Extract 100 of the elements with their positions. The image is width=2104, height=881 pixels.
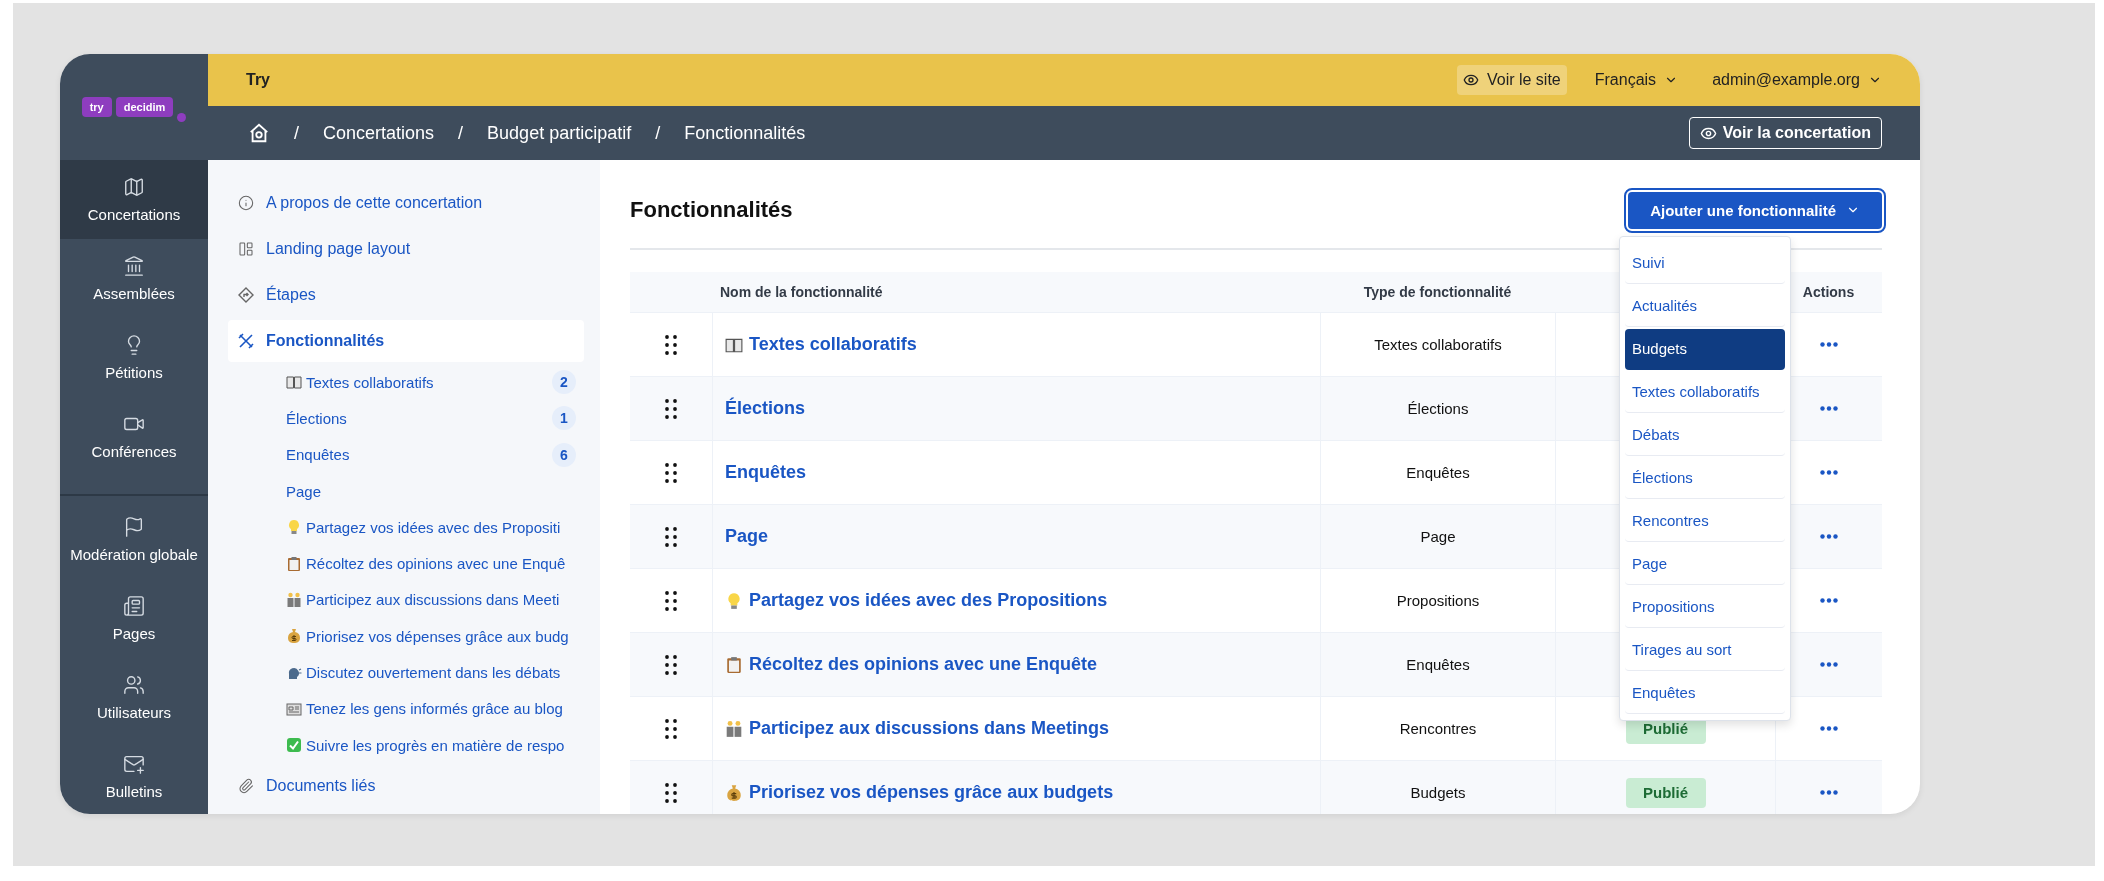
more-icon (1820, 726, 1838, 731)
nav-item[interactable]: Concertations (60, 160, 208, 239)
page-icon (123, 595, 145, 617)
diamond-icon (238, 287, 254, 303)
type-cell-text: Rencontres (1398, 720, 1478, 737)
flag-icon (123, 516, 145, 538)
submenu-item[interactable]: Partagez vos idées avec des Propositi (228, 509, 584, 546)
breadcrumb-link[interactable]: Concertations (323, 122, 435, 144)
nav-item[interactable]: Conférences (60, 397, 208, 476)
submenu-label: Suivre les progrès en matière de respo (306, 736, 565, 754)
menu-item[interactable]: Fonctionnalités (228, 320, 584, 362)
submenu-item[interactable]: Textes collaboratifs 2 (228, 364, 584, 401)
dropdown-item[interactable]: Budgets (1625, 328, 1785, 370)
view-button[interactable]: Voir la concertation (1688, 117, 1882, 149)
nav-label: Modération globale (70, 546, 198, 563)
more-icon (1820, 470, 1838, 475)
nav-item[interactable]: Bulletins (60, 737, 208, 814)
page-title: Fonctionnalités (630, 197, 793, 223)
eye-icon (1462, 72, 1479, 88)
map-icon (123, 176, 145, 198)
menu-item[interactable]: A propos de cette concertation (228, 182, 584, 224)
submenu-item[interactable]: Priorisez vos dépenses grâce aux budg (228, 618, 584, 655)
top-link[interactable]: Français (1588, 65, 1685, 95)
submenu-item[interactable]: Récoltez des opinions avec une Enquê (228, 545, 584, 582)
drag-handle-icon[interactable] (665, 398, 677, 419)
mail-icon (123, 753, 145, 775)
breadcrumb-link[interactable]: Fonctionnalités (684, 122, 806, 144)
tools-icon (238, 333, 254, 349)
status-badge: Publié (1625, 777, 1706, 808)
actions-button[interactable] (1818, 788, 1840, 797)
drag-handle-icon[interactable] (665, 654, 677, 675)
submenu-item[interactable]: Page (228, 472, 584, 510)
drag-handle-icon[interactable] (665, 590, 677, 611)
submenu-item[interactable]: Enquêtes 6 (228, 436, 584, 473)
submenu-item[interactable]: Suivre les progrès en matière de respo (228, 726, 584, 764)
submenu-label: Partagez vos idées avec des Propositi (306, 518, 561, 536)
drag-handle-icon[interactable] (665, 526, 677, 547)
logo-badge: try (81, 97, 112, 117)
type-cell-text: Propositions (1395, 592, 1481, 609)
actions-button[interactable] (1818, 340, 1840, 349)
nav-label: Conférences (91, 443, 177, 460)
drag-handle-icon[interactable] (665, 718, 677, 739)
clipboard-icon (725, 655, 743, 674)
top-link[interactable]: Voir le site (1456, 65, 1567, 95)
nav-item[interactable]: Pétitions (60, 318, 208, 397)
actions-button[interactable] (1818, 532, 1840, 541)
submenu-label: Textes collaboratifs (306, 373, 434, 391)
submenu-item[interactable]: Participez aux discussions dans Meeti (228, 581, 584, 619)
menu-label: A propos de cette concertation (266, 194, 483, 212)
menu-item[interactable]: Landing page layout (228, 228, 584, 270)
type-cell-text: Page (1419, 528, 1457, 545)
actions-button[interactable] (1818, 404, 1840, 413)
nav-item[interactable]: Modération globale (60, 500, 208, 579)
type-cell-text: Enquêtes (1405, 464, 1471, 481)
type-cell-text: Élections (1406, 400, 1470, 417)
actions-button[interactable] (1818, 468, 1840, 477)
nav-label: Utilisateurs (96, 704, 172, 721)
submenu-item[interactable]: Tenez les gens informés grâce au blog (228, 690, 584, 727)
breadcrumb-separator: / (458, 122, 464, 144)
nav-label: Concertations (87, 206, 181, 223)
more-icon (1820, 342, 1838, 347)
feature-name: Page (725, 526, 769, 547)
actions-button[interactable] (1818, 596, 1840, 605)
layout-icon (238, 241, 254, 257)
drag-handle-icon[interactable] (665, 334, 677, 355)
check-icon (286, 737, 302, 754)
drag-handle-icon[interactable] (665, 462, 677, 483)
breadcrumb-link[interactable]: Budget participatif (487, 122, 632, 144)
actions-button[interactable] (1818, 660, 1840, 669)
column-header: Actions (1801, 284, 1856, 300)
feature-link[interactable]: Textes collaboratifs (713, 334, 917, 355)
menu-label: Fonctionnalités (266, 332, 385, 350)
info-icon (238, 195, 254, 211)
actions-button[interactable] (1818, 724, 1840, 733)
more-icon (1820, 790, 1838, 795)
book-icon (286, 374, 302, 391)
menu-item[interactable]: Étapes (228, 274, 584, 316)
feature-link[interactable]: Page (713, 526, 769, 547)
top-link[interactable]: admin@example.org (1706, 65, 1888, 95)
column-header: Nom de la fonctionnalité (719, 284, 884, 300)
nav-item[interactable]: Assemblées (60, 239, 208, 318)
breadcrumb-separator: / (655, 122, 661, 144)
column-header: Type de fonctionnalité (1362, 284, 1513, 300)
people-icon (725, 719, 743, 738)
lightbulb-icon (725, 591, 743, 610)
nav-item[interactable]: Utilisateurs (60, 658, 208, 737)
menu-item[interactable]: Documents liés (228, 765, 584, 808)
more-icon (1820, 406, 1838, 411)
submenu-item[interactable]: Élections 1 (228, 400, 584, 437)
submenu-item[interactable]: Discutez ouvertement dans les débats (228, 654, 584, 691)
submenu-label: Tenez les gens informés grâce au blog (306, 700, 563, 718)
link-label: admin@example.org (1712, 71, 1860, 89)
people-icon (286, 591, 302, 608)
more-icon (1820, 662, 1838, 667)
submenu-label: Récoltez des opinions avec une Enquê (306, 555, 566, 573)
nav-label: Assemblées (93, 285, 175, 302)
nav-item[interactable]: Pages (60, 579, 208, 658)
home-icon[interactable] (248, 122, 270, 144)
money-bag-icon (725, 783, 743, 802)
drag-handle-icon[interactable] (665, 782, 677, 803)
